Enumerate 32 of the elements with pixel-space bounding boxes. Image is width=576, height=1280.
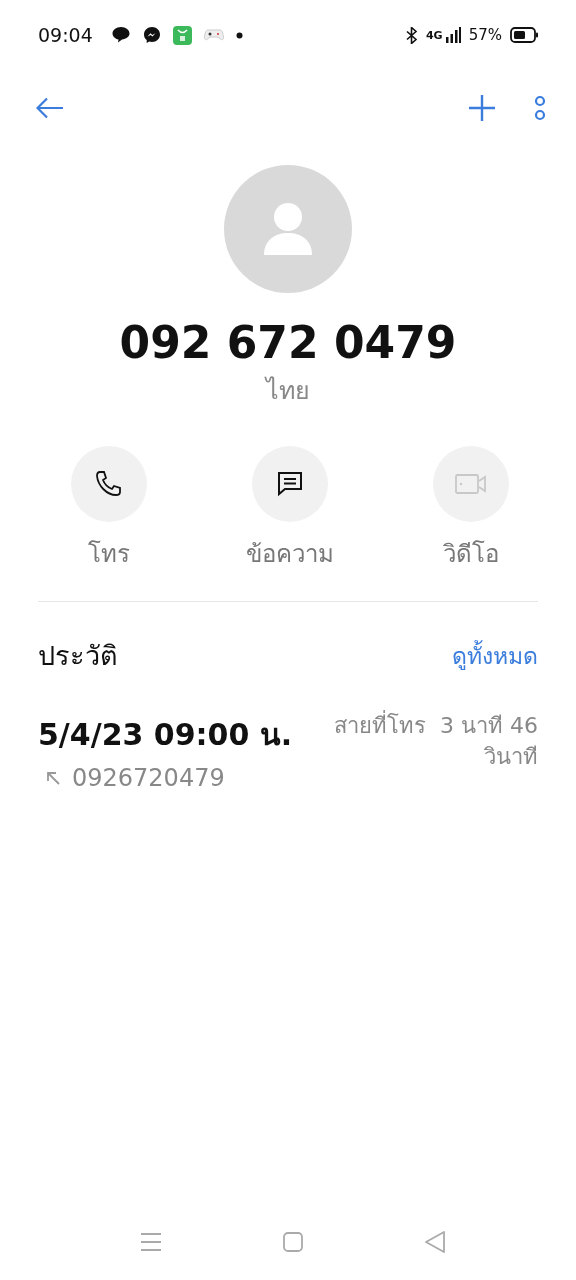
shopping-bag-icon bbox=[172, 25, 192, 45]
call-datetime: 5/4/23 09:00 น. bbox=[38, 716, 293, 754]
call-duration: 3 นาที 46 วินาที bbox=[440, 713, 538, 769]
see-all-link[interactable]: ดูทั้งหมด bbox=[452, 637, 538, 674]
action-label: วิดีโอ bbox=[443, 539, 499, 570]
back-icon[interactable] bbox=[424, 1230, 446, 1254]
outgoing-arrow-icon bbox=[46, 771, 60, 785]
add-icon[interactable] bbox=[468, 93, 496, 122]
action-label: โทร bbox=[88, 539, 130, 570]
more-options-icon[interactable] bbox=[534, 94, 546, 121]
menu-icon[interactable] bbox=[140, 1232, 162, 1252]
game-controller-icon bbox=[203, 28, 224, 42]
video-camera-icon bbox=[455, 473, 487, 495]
action-label: ข้อความ bbox=[246, 539, 334, 570]
network-type: 4G bbox=[425, 28, 443, 42]
status-time: 09:04 bbox=[38, 24, 93, 46]
battery-icon bbox=[510, 27, 538, 43]
phone-number: 092 672 0479 bbox=[118, 317, 458, 368]
bluetooth-icon bbox=[405, 26, 418, 44]
messenger-icon bbox=[142, 26, 161, 44]
dot-icon bbox=[235, 31, 243, 39]
signal-icon bbox=[444, 27, 461, 43]
message-icon bbox=[276, 470, 304, 498]
history-title: ประวัติ bbox=[38, 639, 118, 673]
call-number: 0926720479 bbox=[72, 764, 225, 792]
chat-bubble-icon bbox=[110, 25, 131, 45]
location-label: ไทย bbox=[263, 375, 311, 407]
phone-icon bbox=[94, 469, 124, 499]
person-icon bbox=[262, 201, 314, 257]
back-arrow-icon[interactable] bbox=[36, 96, 64, 119]
battery-percent: 57% bbox=[468, 26, 502, 44]
home-icon[interactable] bbox=[282, 1231, 304, 1253]
